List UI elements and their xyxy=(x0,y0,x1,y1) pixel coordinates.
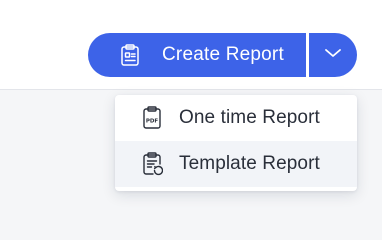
report-clipboard-icon xyxy=(120,44,140,66)
create-report-split-button: Create Report xyxy=(88,33,357,77)
create-report-label: Create Report xyxy=(162,44,284,65)
chevron-down-icon xyxy=(324,46,342,64)
create-report-button[interactable]: Create Report xyxy=(88,33,306,77)
menu-item-template-report[interactable]: Template Report xyxy=(115,141,357,187)
top-bar: Create Report xyxy=(0,0,382,90)
template-clipboard-icon xyxy=(141,152,163,176)
dropdown-toggle-button[interactable] xyxy=(309,33,357,77)
menu-item-label: Template Report xyxy=(179,153,320,174)
menu-item-one-time-report[interactable]: PDF One time Report xyxy=(115,95,357,141)
svg-text:PDF: PDF xyxy=(146,119,159,125)
report-dropdown-menu: PDF One time Report Template Report xyxy=(115,95,357,191)
pdf-file-icon: PDF xyxy=(141,106,163,130)
menu-item-label: One time Report xyxy=(179,107,320,128)
